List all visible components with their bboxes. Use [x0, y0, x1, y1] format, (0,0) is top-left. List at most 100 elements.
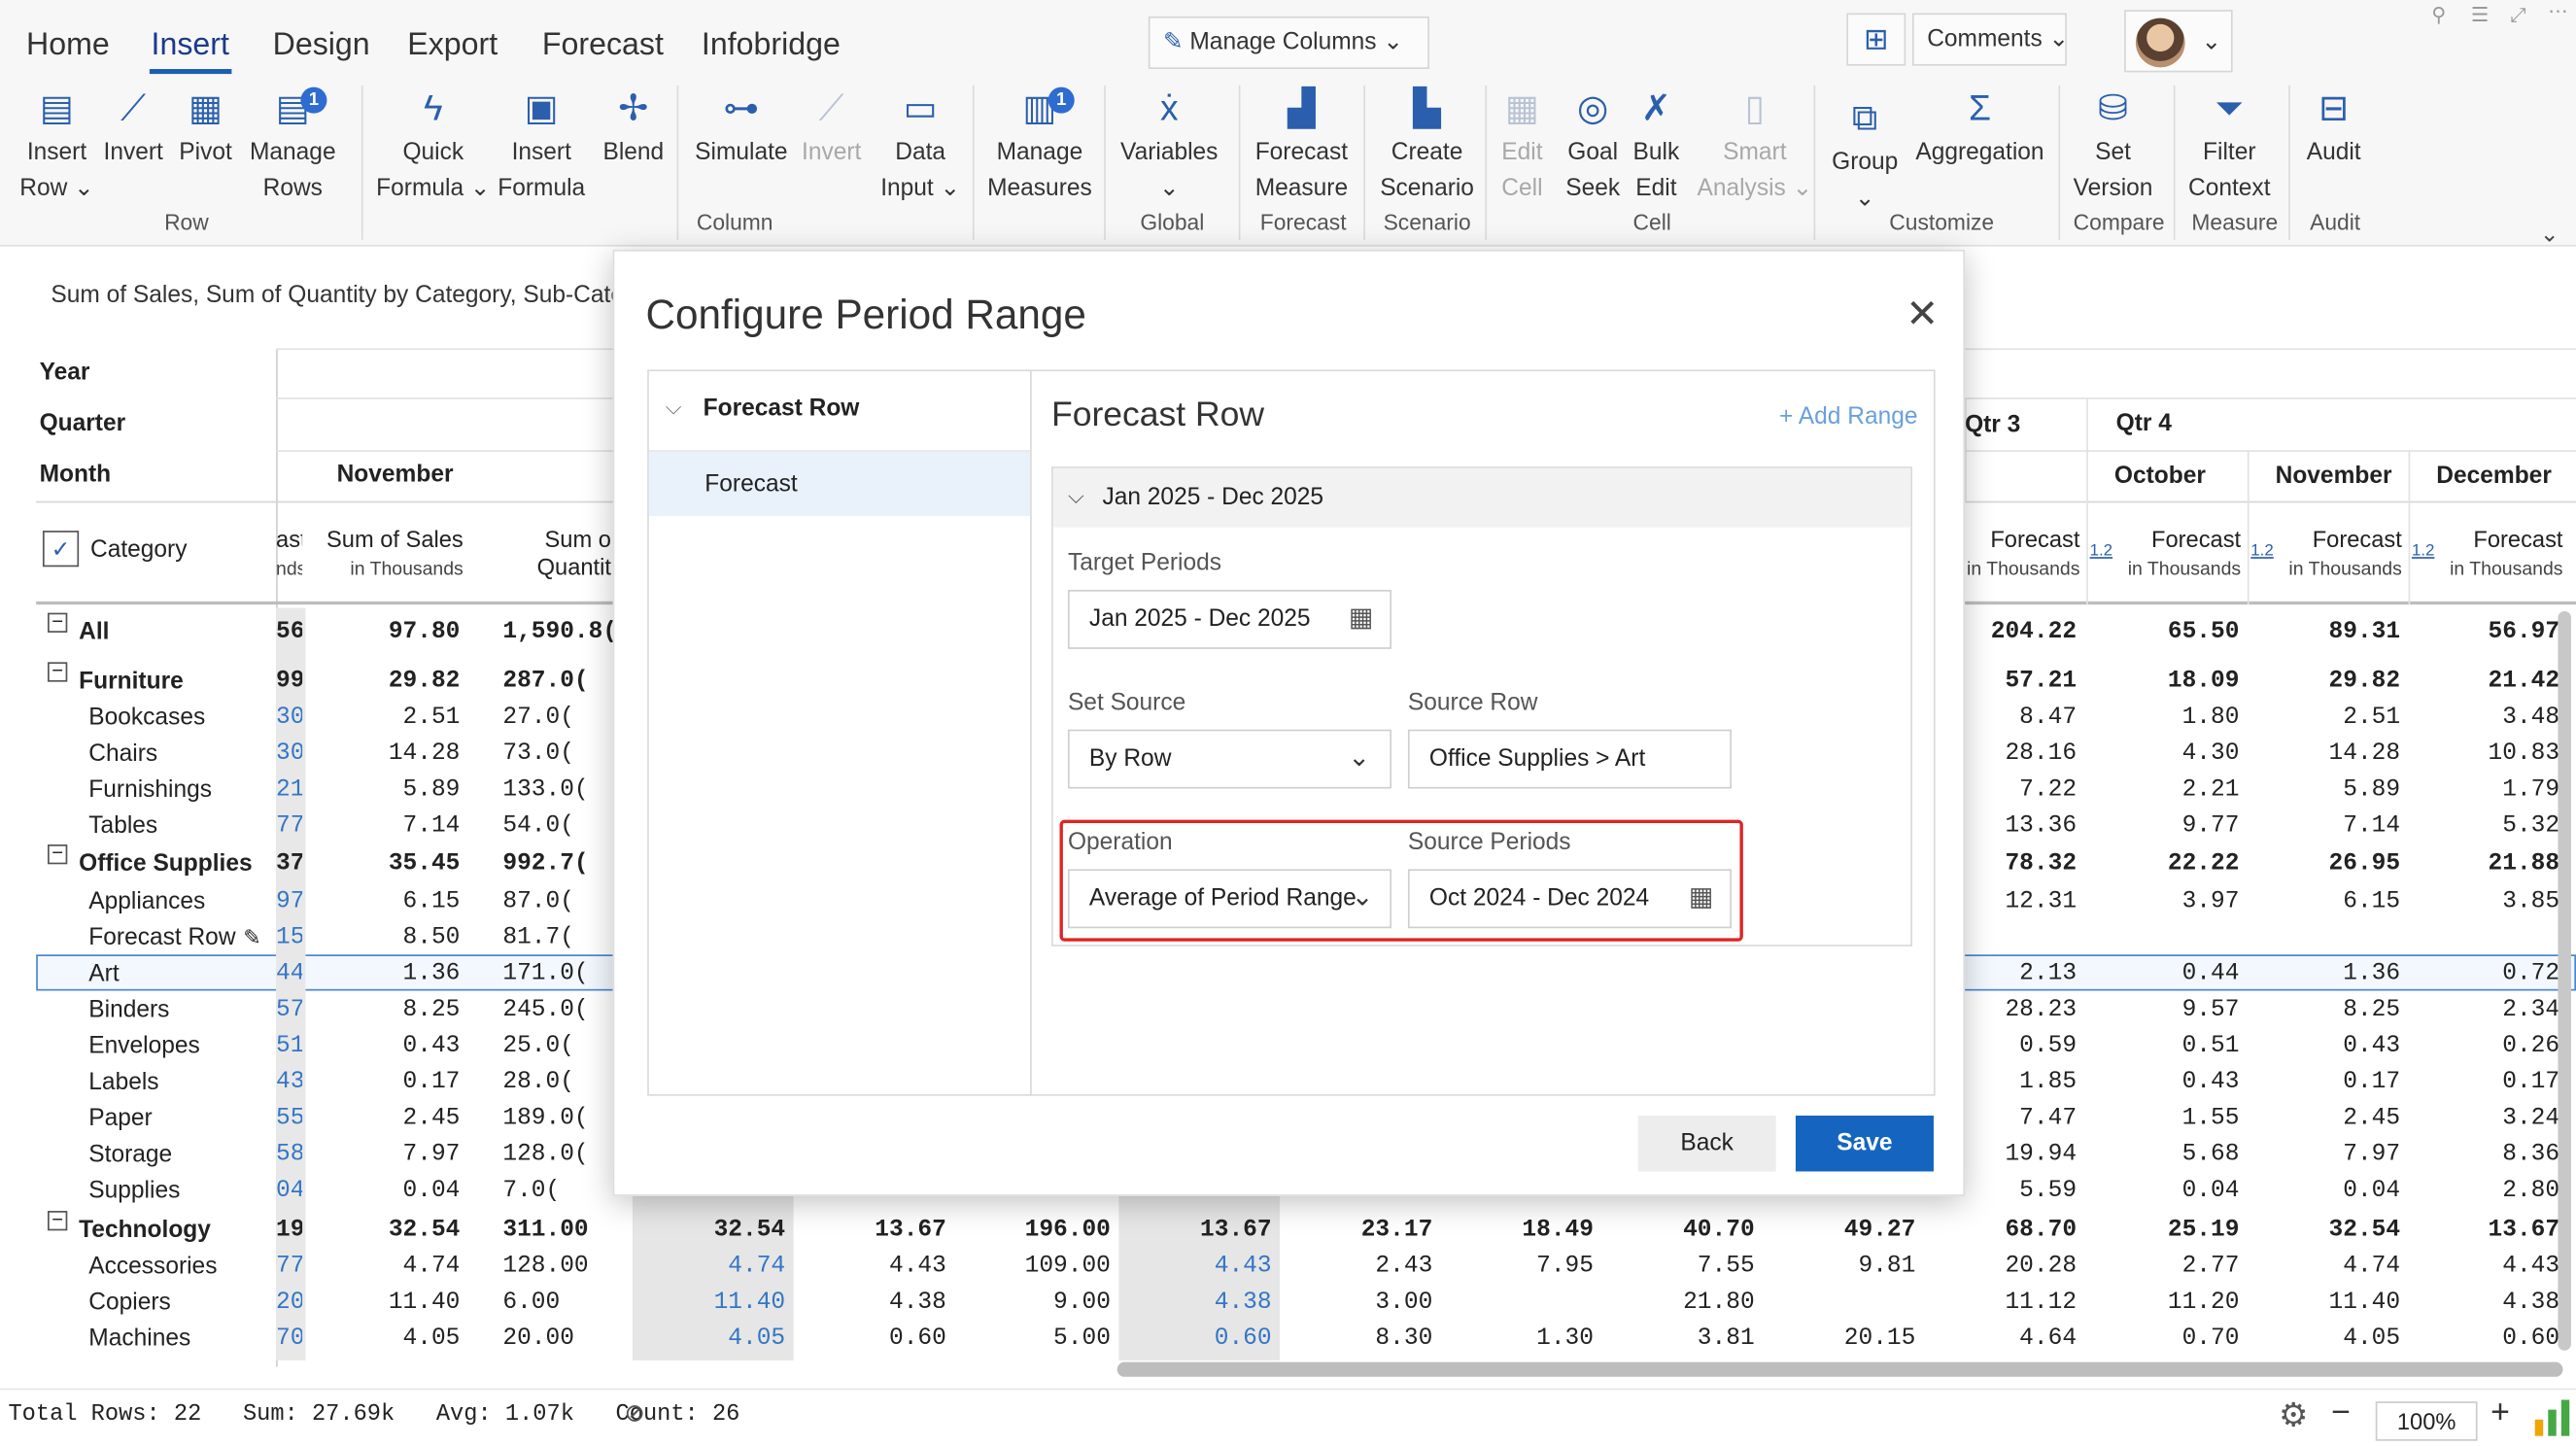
sales-cell[interactable]: 4.05	[312, 1321, 461, 1357]
forecast-cell[interactable]: 3.24	[2424, 1101, 2559, 1137]
quantity-cell[interactable]: 27.0(	[493, 700, 612, 736]
forecast-cell[interactable]: 1.85	[1965, 1065, 2077, 1101]
row-label[interactable]: Labels	[88, 1065, 158, 1101]
calendar-icon[interactable]: ▦	[1349, 592, 1374, 647]
quantity-cell[interactable]: 992.7(	[493, 846, 612, 882]
partial-cell[interactable]: 77	[276, 1249, 302, 1285]
quantity-cell[interactable]: 54.0(	[493, 809, 612, 844]
partial-cell[interactable]: 56	[276, 614, 302, 650]
partial-cell[interactable]: 37	[276, 846, 302, 882]
save-button[interactable]: Save	[1795, 1115, 1934, 1172]
quick-formula-button[interactable]: ϟ Quick Formula ⌄	[376, 86, 490, 207]
forecast-cell[interactable]: 11.12	[1965, 1285, 2077, 1321]
forecast-cell[interactable]: 8.36	[2424, 1137, 2559, 1173]
partial-cell[interactable]: 30	[276, 700, 302, 736]
forecast-cell[interactable]: 28.23	[1965, 992, 2077, 1028]
forecast-cell[interactable]: 0.04	[2264, 1173, 2400, 1209]
grid-cell[interactable]: 7.95	[1441, 1249, 1594, 1285]
forecast-cell[interactable]: 4.38	[2424, 1285, 2559, 1321]
quantity-cell[interactable]: 87.0(	[493, 884, 612, 920]
filter-context-button[interactable]: ⏷ Filter Context	[2188, 86, 2271, 207]
row-label[interactable]: Envelopes	[88, 1028, 199, 1064]
forecast-cell[interactable]: 13.67	[2424, 1213, 2560, 1249]
forecast-cell[interactable]: 2.77	[2103, 1249, 2240, 1285]
forecast-cell[interactable]: 0.43	[2103, 1065, 2240, 1101]
partial-cell[interactable]: 55	[276, 1101, 302, 1137]
forecast-cell[interactable]: 22.22	[2103, 846, 2240, 882]
sales-cell[interactable]: 97.80	[312, 614, 461, 650]
grid-cell[interactable]: 4.43	[794, 1249, 946, 1285]
zoom-out-icon[interactable]: −	[2331, 1394, 2351, 1432]
row-label[interactable]: Paper	[88, 1101, 152, 1137]
group-button[interactable]: ⧉ Group ⌄	[1832, 95, 1898, 217]
sales-cell[interactable]: 0.04	[312, 1173, 461, 1209]
tab-forecast[interactable]: Forecast	[542, 28, 664, 64]
forecast-cell[interactable]: 3.48	[2424, 700, 2559, 736]
add-comment-icon[interactable]: ⊞	[1846, 13, 1906, 66]
forecast-cell[interactable]: 2.51	[2264, 700, 2400, 736]
edit-cell-button[interactable]: ▦ Edit Cell	[1501, 86, 1542, 207]
forecast-cell[interactable]: 2.45	[2264, 1101, 2400, 1137]
quantity-cell[interactable]: 25.0(	[493, 1028, 612, 1064]
gear-icon[interactable]: ⚙	[2279, 1394, 2308, 1435]
horizontal-scrollbar[interactable]	[1116, 1361, 2563, 1377]
blend-button[interactable]: ✢ Blend	[602, 86, 664, 171]
sales-cell[interactable]: 8.25	[312, 992, 461, 1028]
goal-seek-button[interactable]: ◎ Goal Seek	[1565, 86, 1620, 207]
forecast-cell[interactable]: 7.97	[2264, 1137, 2400, 1173]
forecast-cell[interactable]: 20.28	[1965, 1249, 2077, 1285]
quantity-cell[interactable]: 128.00	[493, 1249, 612, 1285]
forecast-cell[interactable]: 89.31	[2264, 614, 2401, 650]
forecast-cell[interactable]: 0.60	[2424, 1321, 2559, 1357]
sales-cell[interactable]: 11.40	[312, 1285, 461, 1321]
quantity-cell[interactable]: 171.0(	[493, 956, 612, 992]
forecast-cell[interactable]: 6.15	[2264, 884, 2400, 920]
forecast-cell[interactable]: 0.17	[2264, 1065, 2400, 1101]
row-label[interactable]: Binders	[88, 992, 169, 1028]
filter-icon[interactable]: ☰	[2471, 3, 2489, 26]
source-periods-input[interactable]: Oct 2024 - Dec 2024 ▦	[1407, 869, 1732, 929]
row-label[interactable]: Appliances	[88, 884, 205, 920]
forecast-cell[interactable]: 5.32	[2424, 809, 2559, 844]
set-source-select[interactable]: By Row ⌄	[1067, 729, 1392, 789]
tab-home[interactable]: Home	[26, 28, 110, 64]
tab-infobridge[interactable]: Infobridge	[702, 28, 841, 64]
forecast-cell[interactable]: 1.55	[2103, 1101, 2240, 1137]
quantity-cell[interactable]: 1,590.8(	[493, 614, 612, 650]
zoom-in-icon[interactable]: +	[2490, 1394, 2510, 1432]
forecast-cell[interactable]: 7.22	[1965, 773, 2077, 809]
forecast-cell[interactable]: 8.47	[1965, 700, 2077, 736]
forecast-cell[interactable]: 0.26	[2424, 1028, 2559, 1064]
grid-cell[interactable]: 2.43	[1280, 1249, 1432, 1285]
partial-cell[interactable]: 19	[276, 1213, 302, 1249]
sales-cell[interactable]: 0.43	[312, 1028, 461, 1064]
quantity-cell[interactable]: 20.00	[493, 1321, 612, 1357]
forecast-cell[interactable]	[2264, 920, 2400, 956]
forecast-cell[interactable]: 29.82	[2264, 664, 2401, 700]
forecast-cell[interactable]: 57.21	[1965, 664, 2077, 700]
checkbox-icon[interactable]: ✓	[42, 531, 80, 568]
forecast-measure-button[interactable]: ▟ Forecast Measure	[1255, 86, 1348, 207]
forecast-cell[interactable]: 10.83	[2424, 736, 2560, 772]
grid-cell[interactable]: 40.70	[1601, 1213, 1755, 1249]
grid-cell[interactable]: 7.55	[1601, 1249, 1755, 1285]
back-button[interactable]: Back	[1637, 1115, 1776, 1172]
partial-cell[interactable]: 70	[276, 1321, 302, 1357]
user-menu[interactable]: ⌄	[2124, 10, 2233, 73]
comments-button[interactable]: Comments ⌄	[1911, 13, 2069, 66]
forecast-cell[interactable]: 0.17	[2424, 1065, 2559, 1101]
grid-cell[interactable]: 20.15	[1763, 1321, 1916, 1357]
row-label[interactable]: All	[79, 614, 109, 650]
forecast-cell[interactable]: 2.34	[2424, 992, 2559, 1028]
bulk-edit-button[interactable]: ✗ Bulk Edit	[1633, 86, 1680, 207]
forecast-cell[interactable]: 21.42	[2424, 664, 2560, 700]
grid-cell[interactable]: 21.80	[1601, 1285, 1755, 1321]
grid-cell[interactable]: 4.38	[1118, 1285, 1272, 1321]
partial-cell[interactable]: 57	[276, 992, 302, 1028]
partial-cell[interactable]: 51	[276, 1028, 302, 1064]
grid-cell[interactable]	[1763, 1285, 1915, 1321]
row-label[interactable]: Machines	[88, 1321, 190, 1357]
forecast-cell[interactable]: 28.16	[1965, 736, 2077, 772]
sales-cell[interactable]: 1.36	[312, 956, 461, 992]
partial-cell[interactable]: 30	[276, 736, 302, 772]
